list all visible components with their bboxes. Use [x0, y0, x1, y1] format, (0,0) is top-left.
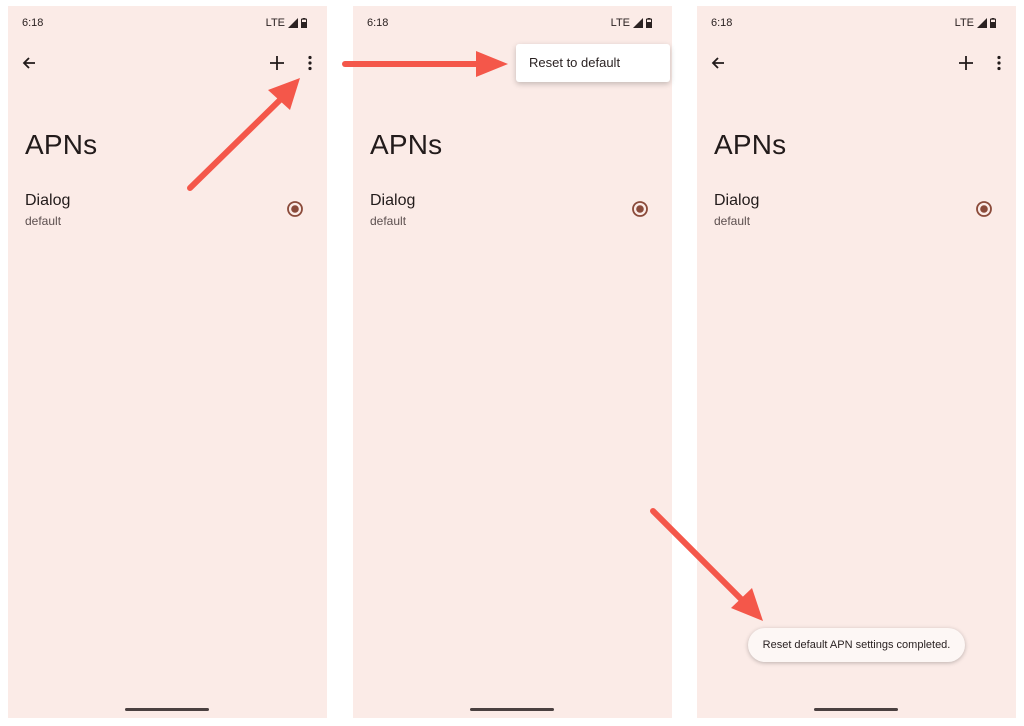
add-apn-button[interactable] — [266, 52, 288, 74]
radio-selected-icon[interactable] — [286, 200, 304, 218]
plus-icon — [270, 56, 284, 70]
home-indicator[interactable] — [470, 708, 554, 711]
radio-selected-icon[interactable] — [975, 200, 993, 218]
menu-item-reset-to-default[interactable]: Reset to default — [529, 55, 620, 70]
add-apn-button[interactable] — [955, 52, 977, 74]
more-vertical-icon — [308, 55, 312, 71]
signal-icon — [977, 18, 987, 28]
apn-name: Dialog — [25, 192, 71, 209]
status-time: 6:18 — [367, 17, 389, 29]
apn-list-item[interactable]: Dialog default — [8, 188, 327, 232]
phone-screen-2: 6:18 LTE Reset to default APNs Dialog de… — [353, 6, 672, 718]
signal-icon — [633, 18, 643, 28]
back-button[interactable] — [18, 52, 40, 74]
apn-type: default — [370, 214, 407, 228]
home-indicator[interactable] — [814, 708, 898, 711]
apn-type: default — [25, 214, 62, 228]
network-label: LTE — [954, 17, 974, 29]
apn-type: default — [714, 214, 751, 228]
apn-name: Dialog — [714, 192, 760, 209]
toast-message: Reset default APN settings completed. — [748, 628, 965, 662]
status-icons: LTE — [955, 17, 996, 29]
more-options-button[interactable] — [991, 52, 1007, 74]
arrow-back-icon — [22, 57, 35, 69]
home-indicator[interactable] — [125, 708, 209, 711]
page-title: APNs — [370, 129, 443, 160]
battery-icon — [990, 18, 996, 28]
network-label: LTE — [265, 17, 285, 29]
battery-icon — [646, 18, 652, 28]
back-button[interactable] — [707, 52, 729, 74]
signal-icon — [288, 18, 298, 28]
battery-icon — [301, 18, 307, 28]
status-time: 6:18 — [711, 17, 733, 29]
page-title: APNs — [25, 129, 98, 160]
radio-selected-icon[interactable] — [631, 200, 649, 218]
apn-list-item[interactable]: Dialog default — [697, 188, 1016, 232]
status-time: 6:18 — [22, 17, 44, 29]
page-title: APNs — [714, 129, 787, 160]
status-icons: LTE — [611, 17, 652, 29]
more-options-button[interactable] — [302, 52, 318, 74]
more-vertical-icon — [997, 55, 1001, 71]
status-icons: LTE — [266, 17, 307, 29]
plus-icon — [959, 56, 973, 70]
network-label: LTE — [610, 17, 630, 29]
arrow-back-icon — [711, 57, 724, 69]
overflow-menu: Reset to default — [516, 44, 670, 82]
apn-name: Dialog — [370, 192, 416, 209]
phone-screen-3: 6:18 LTE APNs Dialog default Reset defau… — [697, 6, 1016, 718]
phone-screen-1: 6:18 LTE APNs Dialog default — [8, 6, 327, 718]
apn-list-item[interactable]: Dialog default — [353, 188, 672, 232]
